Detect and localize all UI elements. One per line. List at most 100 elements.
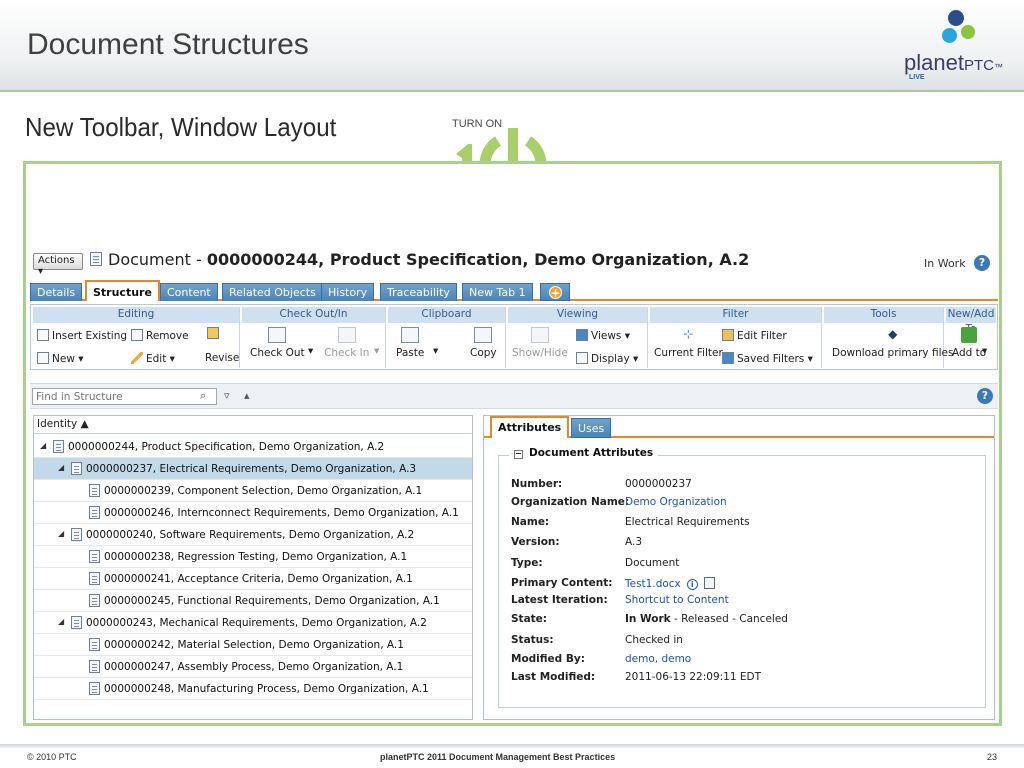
tab-structure[interactable]: Structure bbox=[85, 280, 160, 301]
display-menu-button[interactable]: Display ▾ bbox=[576, 352, 638, 365]
help-icon[interactable]: ? bbox=[974, 255, 990, 271]
new-menu-button[interactable]: New ▾ bbox=[37, 352, 84, 365]
attribute-value-text[interactable]: Test1.docx bbox=[625, 578, 681, 590]
copy-button[interactable]: Copy bbox=[470, 327, 497, 359]
filter-toggle-icon[interactable]: ▿ bbox=[224, 389, 230, 402]
tab-attributes[interactable]: Attributes bbox=[490, 416, 570, 438]
find-help-icon[interactable]: ? bbox=[977, 388, 993, 404]
attribute-value: Document bbox=[625, 557, 679, 569]
expand-collapse-icon[interactable]: ◢ bbox=[58, 617, 64, 626]
tab-related-objects[interactable]: Related Objects bbox=[222, 283, 323, 301]
check-in-icon bbox=[337, 327, 356, 343]
tree-row[interactable]: 0000000248, Manufacturing Process, Demo … bbox=[34, 678, 472, 700]
add-to-dropdown-icon[interactable]: ▾ bbox=[982, 345, 987, 357]
tree-row[interactable]: 0000000239, Component Selection, Demo Or… bbox=[34, 480, 472, 502]
remove-button[interactable]: Remove bbox=[131, 329, 189, 342]
attribute-value-text[interactable]: demo, demo bbox=[625, 653, 691, 665]
tree-row[interactable]: 0000000242, Material Selection, Demo Org… bbox=[34, 634, 472, 656]
current-filter-button[interactable]: ⊹ Current Filter bbox=[654, 327, 723, 359]
check-in-button[interactable]: Check In bbox=[324, 327, 369, 359]
document-icon bbox=[89, 594, 100, 607]
check-in-dropdown-icon[interactable]: ▾ bbox=[374, 345, 379, 357]
attribute-value: Electrical Requirements bbox=[625, 516, 750, 528]
edit-menu-button[interactable]: Edit ▾ bbox=[131, 352, 175, 365]
tab-content[interactable]: Content bbox=[160, 283, 218, 301]
find-binoculars-icon[interactable]: ⌕ bbox=[200, 389, 206, 403]
attribute-value-text[interactable]: Shortcut to Content bbox=[625, 594, 729, 606]
show-hide-button[interactable]: Show/Hide bbox=[512, 327, 568, 359]
planetptc-logo: planetPTC™ LIVE bbox=[904, 8, 1014, 88]
document-icon bbox=[89, 660, 100, 673]
revise-button[interactable]: Revise bbox=[205, 352, 239, 364]
attribute-value[interactable]: Test1.docx i bbox=[625, 577, 715, 590]
tree-row-label: 0000000247, Assembly Process, Demo Organ… bbox=[104, 661, 404, 673]
content-document-icon[interactable] bbox=[703, 577, 715, 589]
attribute-value-text[interactable]: Demo Organization bbox=[625, 496, 727, 508]
check-out-dropdown-icon[interactable]: ▾ bbox=[308, 345, 313, 357]
document-icon bbox=[89, 484, 100, 497]
attribute-value: 2011-06-13 22:09:11 EDT bbox=[625, 671, 761, 683]
tree-row[interactable]: 0000000246, Internconnect Requirements, … bbox=[34, 502, 472, 524]
show-hide-icon bbox=[530, 327, 549, 343]
paste-button[interactable]: Paste bbox=[396, 327, 424, 359]
attribute-value[interactable]: Demo Organization bbox=[625, 496, 727, 508]
document-title-bar: Actions ▾ Document - 0000000244, Product… bbox=[30, 248, 998, 278]
tree-row[interactable]: 0000000238, Regression Testing, Demo Org… bbox=[34, 546, 472, 568]
filter-icon: ⊹ bbox=[683, 327, 694, 341]
find-in-structure-input[interactable] bbox=[32, 388, 217, 405]
attribute-value[interactable]: demo, demo bbox=[625, 653, 691, 665]
tab-uses[interactable]: Uses bbox=[571, 418, 612, 438]
tree-row-label: 0000000243, Mechanical Requirements, Dem… bbox=[86, 617, 427, 629]
paste-icon bbox=[401, 327, 420, 343]
expand-collapse-icon[interactable]: ◢ bbox=[58, 463, 64, 472]
expand-collapse-icon[interactable]: ◢ bbox=[58, 529, 64, 538]
add-tab-button[interactable]: + bbox=[540, 283, 570, 301]
tree-row[interactable]: ◢ 0000000240, Software Requirements, Demo… bbox=[34, 524, 472, 546]
collapse-section-icon[interactable]: − bbox=[514, 450, 523, 459]
tab-traceability[interactable]: Traceability bbox=[380, 283, 457, 301]
structure-tool-button[interactable] bbox=[207, 327, 222, 340]
tree-row[interactable]: ◢ 0000000243, Mechanical Requirements, De… bbox=[34, 612, 472, 634]
ribbon-group-title: Viewing bbox=[508, 307, 647, 323]
tree-row[interactable]: 0000000247, Assembly Process, Demo Organ… bbox=[34, 656, 472, 678]
add-tab-icon: + bbox=[549, 286, 562, 300]
ribbon-group-check-out-in: Check Out/In Check Out ▾ Check In ▾ bbox=[242, 307, 386, 368]
document-icon bbox=[89, 572, 100, 585]
download-primary-files-button[interactable]: ◆ Download primary files bbox=[832, 327, 953, 359]
document-icon bbox=[89, 550, 100, 563]
ribbon-group-title: Check Out/In bbox=[242, 307, 385, 323]
tab-history[interactable]: History bbox=[321, 283, 375, 301]
actions-menu-button[interactable]: Actions ▾ bbox=[33, 253, 83, 277]
views-menu-button[interactable]: Views ▾ bbox=[576, 329, 630, 342]
attributes-panel: Attributes Uses − Document Attributes Num… bbox=[483, 415, 995, 720]
tab-details[interactable]: Details bbox=[30, 283, 83, 301]
attribute-value-text: Document bbox=[625, 557, 680, 569]
identity-column-header[interactable]: Identity ▲ bbox=[34, 416, 472, 434]
attribute-value[interactable]: Shortcut to Content bbox=[625, 594, 729, 606]
saved-filters-menu-button[interactable]: Saved Filters ▾ bbox=[722, 352, 813, 365]
attribute-label: Latest Iteration: bbox=[511, 594, 608, 606]
tab-new-tab-1[interactable]: New Tab 1 bbox=[462, 283, 533, 301]
paste-dropdown-icon[interactable]: ▾ bbox=[433, 345, 438, 357]
tree-row[interactable]: ◢ 0000000237, Electrical Requirements, De… bbox=[34, 458, 472, 480]
edit-filter-button[interactable]: Edit Filter bbox=[722, 329, 787, 342]
check-out-button[interactable]: Check Out bbox=[250, 327, 305, 359]
document-icon bbox=[71, 462, 82, 475]
insert-existing-button[interactable]: Insert Existing bbox=[37, 329, 127, 342]
collapse-icon[interactable]: ▴ bbox=[244, 389, 250, 402]
download-icon: ◆ bbox=[888, 327, 898, 341]
ribbon-group-title: New/Add To bbox=[946, 307, 996, 335]
ribbon-group-filter: Filter ⊹ Current Filter Edit Filter Saved… bbox=[650, 307, 822, 368]
page-number: 23 bbox=[987, 752, 998, 762]
structure-tool-icon bbox=[207, 327, 219, 339]
saved-filters-icon bbox=[722, 352, 734, 364]
structure-toolbar: Editing Insert Existing Remove New ▾ Edi… bbox=[30, 304, 998, 370]
section-legend[interactable]: − Document Attributes bbox=[509, 447, 659, 459]
attribute-value: A.3 bbox=[625, 536, 642, 548]
tree-row[interactable]: 0000000241, Acceptance Criteria, Demo Or… bbox=[34, 568, 472, 590]
expand-collapse-icon[interactable]: ◢ bbox=[40, 441, 46, 450]
tree-row[interactable]: 0000000245, Functional Requirements, Dem… bbox=[34, 590, 472, 612]
tree-row[interactable]: ◢ 0000000244, Product Specification, Demo… bbox=[34, 436, 472, 458]
info-icon[interactable]: i bbox=[686, 579, 698, 590]
document-identity: 0000000244, Product Specification, Demo … bbox=[206, 250, 750, 269]
